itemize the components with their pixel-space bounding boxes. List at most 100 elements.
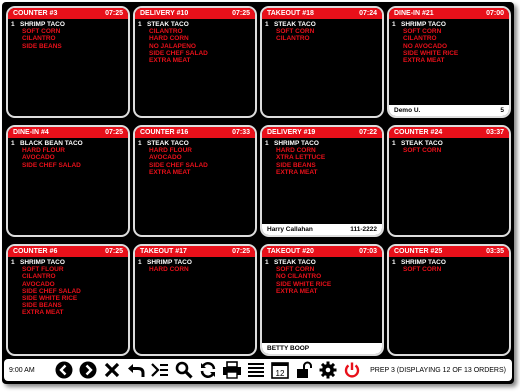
- gear-icon: [319, 361, 337, 379]
- ticket-title: DINE-IN #4: [13, 129, 49, 136]
- customer-name: Demo U.: [394, 107, 421, 114]
- item-modifier: SIDE CHEF SALAD: [22, 287, 81, 295]
- ticket-header: COUNTER #3 07:25: [8, 8, 128, 19]
- order-ticket[interactable]: COUNTER #25 03:35 1 SHRIMP TACO SOFT CORN: [387, 244, 511, 356]
- item-modifier: CILANTRO: [403, 35, 437, 43]
- ticket-body: 1 STEAK TACO HARD FLOUR AVOCADO SIDE CHEF SA…: [135, 138, 255, 178]
- ticket-body: 1 SHRIMP TACO HARD CORN XTRA LETTUCE SIDE BE…: [262, 138, 382, 178]
- ticket-header: TAKEOUT #20 07:03: [262, 246, 382, 257]
- order-ticket[interactable]: DINE-IN #4 07:25 1 BLACK BEAN TACO HARD FLOU…: [6, 125, 130, 237]
- order-ticket[interactable]: TAKEOUT #17 07:25 1 SHRIMP TACO HARD CORN: [133, 244, 257, 356]
- ticket-timer: 07:25: [105, 248, 123, 255]
- item-name: STEAK TACO: [147, 21, 189, 28]
- close-button[interactable]: [101, 360, 123, 380]
- summary-button[interactable]: [149, 360, 171, 380]
- order-item: 1 SHRIMP TACO: [11, 259, 125, 266]
- ticket-body: 1 STEAK TACO SOFT CORN CILANTRO: [262, 19, 382, 45]
- search-button[interactable]: [173, 360, 195, 380]
- item-modifier: HARD FLOUR: [149, 147, 192, 155]
- next-button[interactable]: [77, 360, 99, 380]
- calendar-button[interactable]: 12: [269, 360, 291, 380]
- print-icon: [223, 361, 241, 379]
- item-modifier: HARD CORN: [149, 266, 189, 274]
- item-modifier: EXTRA MEAT: [276, 287, 318, 295]
- ticket-header: DELIVERY #19 07:22: [262, 127, 382, 138]
- item-modifier: SOFT CORN: [403, 266, 442, 274]
- item-modifier: SIDE WHITE RICE: [276, 280, 332, 288]
- ticket-title: COUNTER #24: [394, 129, 443, 136]
- ticket-footer: Demo U. 5: [389, 105, 509, 116]
- order-ticket[interactable]: COUNTER #3 07:25 1 SHRIMP TACO SOFT CORN CILA…: [6, 6, 130, 118]
- item-modifier: AVOCADO: [149, 154, 182, 162]
- ticket-title: DELIVERY #10: [140, 10, 189, 17]
- undo-button[interactable]: [125, 360, 147, 380]
- item-name: SHRIMP TACO: [401, 259, 446, 266]
- ticket-timer: 07:03: [359, 248, 377, 255]
- order-item: 1 SHRIMP TACO: [11, 21, 125, 28]
- item-name: STEAK TACO: [147, 140, 189, 147]
- item-modifier: SIDE CHEF SALAD: [149, 49, 208, 57]
- order-ticket[interactable]: COUNTER #24 03:37 1 STEAK TACO SOFT CORN: [387, 125, 511, 237]
- ticket-body: 1 SHRIMP TACO SOFT FLOUR CILANTRO AVOCADO SID…: [8, 257, 128, 319]
- item-modifier: SIDE WHITE RICE: [22, 295, 78, 303]
- item-name: SHRIMP TACO: [20, 21, 65, 28]
- order-item: 1 STEAK TACO: [265, 21, 379, 28]
- summary-icon: [151, 363, 168, 377]
- kitchen-display-screen: COUNTER #3 07:25 1 SHRIMP TACO SOFT CORN CILA…: [2, 2, 514, 384]
- order-item: 1 STEAK TACO: [392, 140, 506, 147]
- item-modifier: EXTRA MEAT: [276, 168, 318, 176]
- item-modifier: CILANTRO: [22, 35, 56, 43]
- ticket-title: COUNTER #6: [13, 248, 58, 255]
- order-ticket[interactable]: DELIVERY #19 07:22 1 SHRIMP TACO HARD CORN XT…: [260, 125, 384, 237]
- power-button[interactable]: [341, 360, 363, 380]
- menu-icon: [248, 363, 264, 377]
- item-quantity: 1: [265, 140, 269, 147]
- bottom-toolbar: 9:00 AM 12 PREP 3 (DISPLAYING 12 OF 13 O…: [4, 359, 512, 381]
- ticket-footer: Harry Callahan 111-2222: [262, 224, 382, 235]
- item-modifier: SIDE CHEF SALAD: [149, 161, 208, 169]
- power-icon: [344, 362, 360, 378]
- order-item: 1 STEAK TACO: [138, 140, 252, 147]
- customer-detail: 111-2222: [350, 226, 377, 233]
- customer-detail: 5: [500, 107, 504, 114]
- clock: 9:00 AM: [9, 366, 35, 374]
- order-ticket[interactable]: TAKEOUT #20 07:03 1 STEAK TACO SOFT CORN NO C…: [260, 244, 384, 356]
- unlock-button[interactable]: [293, 360, 315, 380]
- ticket-title: COUNTER #25: [394, 248, 443, 255]
- ticket-title: COUNTER #16: [140, 129, 189, 136]
- order-item: 1 SHRIMP TACO: [392, 21, 506, 28]
- order-ticket[interactable]: DINE-IN #21 07:00 1 SHRIMP TACO SOFT CORN CIL…: [387, 6, 511, 118]
- menu-button[interactable]: [245, 360, 267, 380]
- ticket-header: COUNTER #16 07:33: [135, 127, 255, 138]
- item-quantity: 1: [265, 21, 269, 28]
- order-ticket[interactable]: COUNTER #6 07:25 1 SHRIMP TACO SOFT FLOUR CIL…: [6, 244, 130, 356]
- prev-button[interactable]: [53, 360, 75, 380]
- item-modifier: SOFT CORN: [276, 28, 315, 36]
- item-modifier: CILANTRO: [22, 273, 56, 281]
- item-modifier: NO JALAPENO: [149, 42, 196, 50]
- order-ticket[interactable]: TAKEOUT #18 07:24 1 STEAK TACO SOFT CORN CILA…: [260, 6, 384, 118]
- item-modifier: SIDE BEANS: [22, 302, 62, 310]
- ticket-title: DELIVERY #19: [267, 129, 316, 136]
- item-quantity: 1: [138, 259, 142, 266]
- ticket-header: TAKEOUT #18 07:24: [262, 8, 382, 19]
- ticket-body: 1 SHRIMP TACO SOFT CORN CILANTRO NO AVOCADO S…: [389, 19, 509, 66]
- item-modifier: SIDE BEANS: [276, 161, 316, 169]
- refresh-icon: [200, 362, 216, 378]
- item-modifier: HARD FLOUR: [22, 147, 65, 155]
- order-ticket[interactable]: DELIVERY #10 07:25 1 STEAK TACO CILANTRO HARD…: [133, 6, 257, 118]
- print-button[interactable]: [221, 360, 243, 380]
- order-item: 1 SHRIMP TACO: [265, 140, 379, 147]
- calendar-day: 12: [276, 369, 285, 378]
- ticket-timer: 07:25: [232, 10, 250, 17]
- item-name: STEAK TACO: [274, 21, 316, 28]
- order-item: 1 SHRIMP TACO: [392, 259, 506, 266]
- refresh-button[interactable]: [197, 360, 219, 380]
- order-ticket[interactable]: COUNTER #16 07:33 1 STEAK TACO HARD FLOUR AVO…: [133, 125, 257, 237]
- order-item: 1 BLACK BEAN TACO: [11, 140, 125, 147]
- order-status: PREP 3 (DISPLAYING 12 OF 13 ORDERS): [370, 366, 506, 374]
- settings-button[interactable]: [317, 360, 339, 380]
- ticket-header: DINE-IN #4 07:25: [8, 127, 128, 138]
- item-modifier: AVOCADO: [22, 154, 55, 162]
- undo-icon: [128, 364, 145, 377]
